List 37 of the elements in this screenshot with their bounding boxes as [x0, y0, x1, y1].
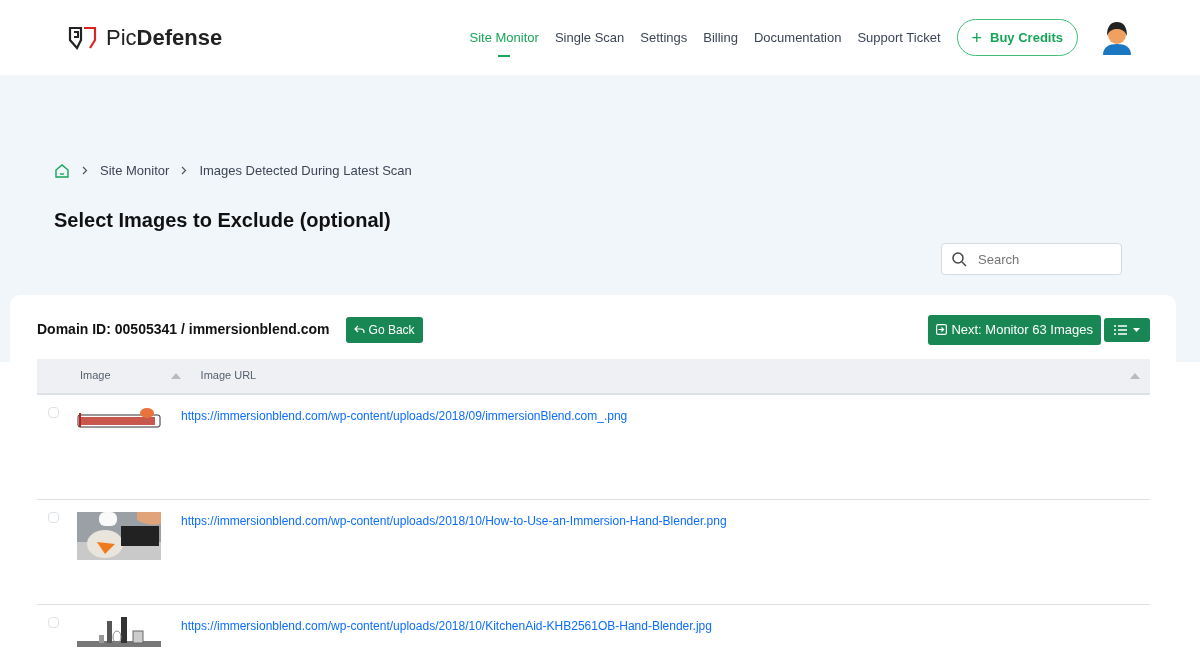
go-back-button[interactable]: Go Back [345, 316, 423, 343]
breadcrumb-item: Images Detected During Latest Scan [199, 162, 412, 180]
nav-link[interactable]: Billing [703, 17, 738, 58]
chevron-icon [181, 166, 188, 176]
avatar-icon[interactable] [1102, 20, 1132, 55]
home-icon[interactable] [54, 162, 70, 179]
domain-heading: Domain ID: 00505341 / immersionblend.com [37, 320, 330, 340]
image-url-link[interactable]: https://immersionblend.com/wp-content/uploads/2018/10/KitchenAid-KHB2561OB-Hand-Blender.jpg [181, 616, 712, 635]
chevron-icon [82, 166, 88, 176]
nav-link[interactable]: Settings [640, 17, 688, 58]
nav-link[interactable]: Single Scan [554, 17, 625, 58]
image-url-link[interactable]: https://immersionblend.com/wp-content/uploads/2018/09/immersionBlend.com_.png [181, 406, 628, 425]
image-url-link[interactable]: https://immersionblend.com/wp-content/uploads/2018/10/How-to-Use-an-Immersion-Hand-Blender.png [181, 511, 727, 530]
plus-icon: + [971, 28, 983, 47]
next-button[interactable]: Next: Monitor 63 Images [928, 315, 1101, 345]
buy-credits-button[interactable]: + Buy Credits [956, 18, 1078, 57]
breadcrumb-item[interactable]: Site Monitor [100, 161, 170, 181]
nav-link[interactable]: Support Ticket [857, 17, 941, 58]
column-header[interactable]: Image [80, 367, 111, 384]
row-checkbox[interactable] [48, 511, 59, 523]
brand-name: PicDefense [106, 24, 223, 52]
return-icon [353, 325, 365, 335]
list-menu-button[interactable] [1104, 317, 1150, 342]
row-checkbox[interactable] [48, 406, 59, 418]
column-header[interactable]: Image URL [200, 367, 257, 384]
nav-link[interactable]: Documentation [753, 17, 842, 58]
sort-icon[interactable] [170, 372, 181, 379]
page-title: Select Images to Exclude (optional) [54, 207, 392, 232]
shield-logo-icon [68, 24, 98, 51]
row-checkbox[interactable] [48, 616, 59, 628]
caret-icon [1133, 327, 1140, 332]
sort-icon[interactable] [1130, 372, 1140, 379]
nav-link[interactable]: Site Monitor [469, 17, 539, 58]
list-icon [1114, 324, 1127, 335]
enter-icon [936, 324, 948, 336]
button-label: Buy Credits [990, 28, 1063, 47]
search-field[interactable]: Search [941, 243, 1122, 275]
